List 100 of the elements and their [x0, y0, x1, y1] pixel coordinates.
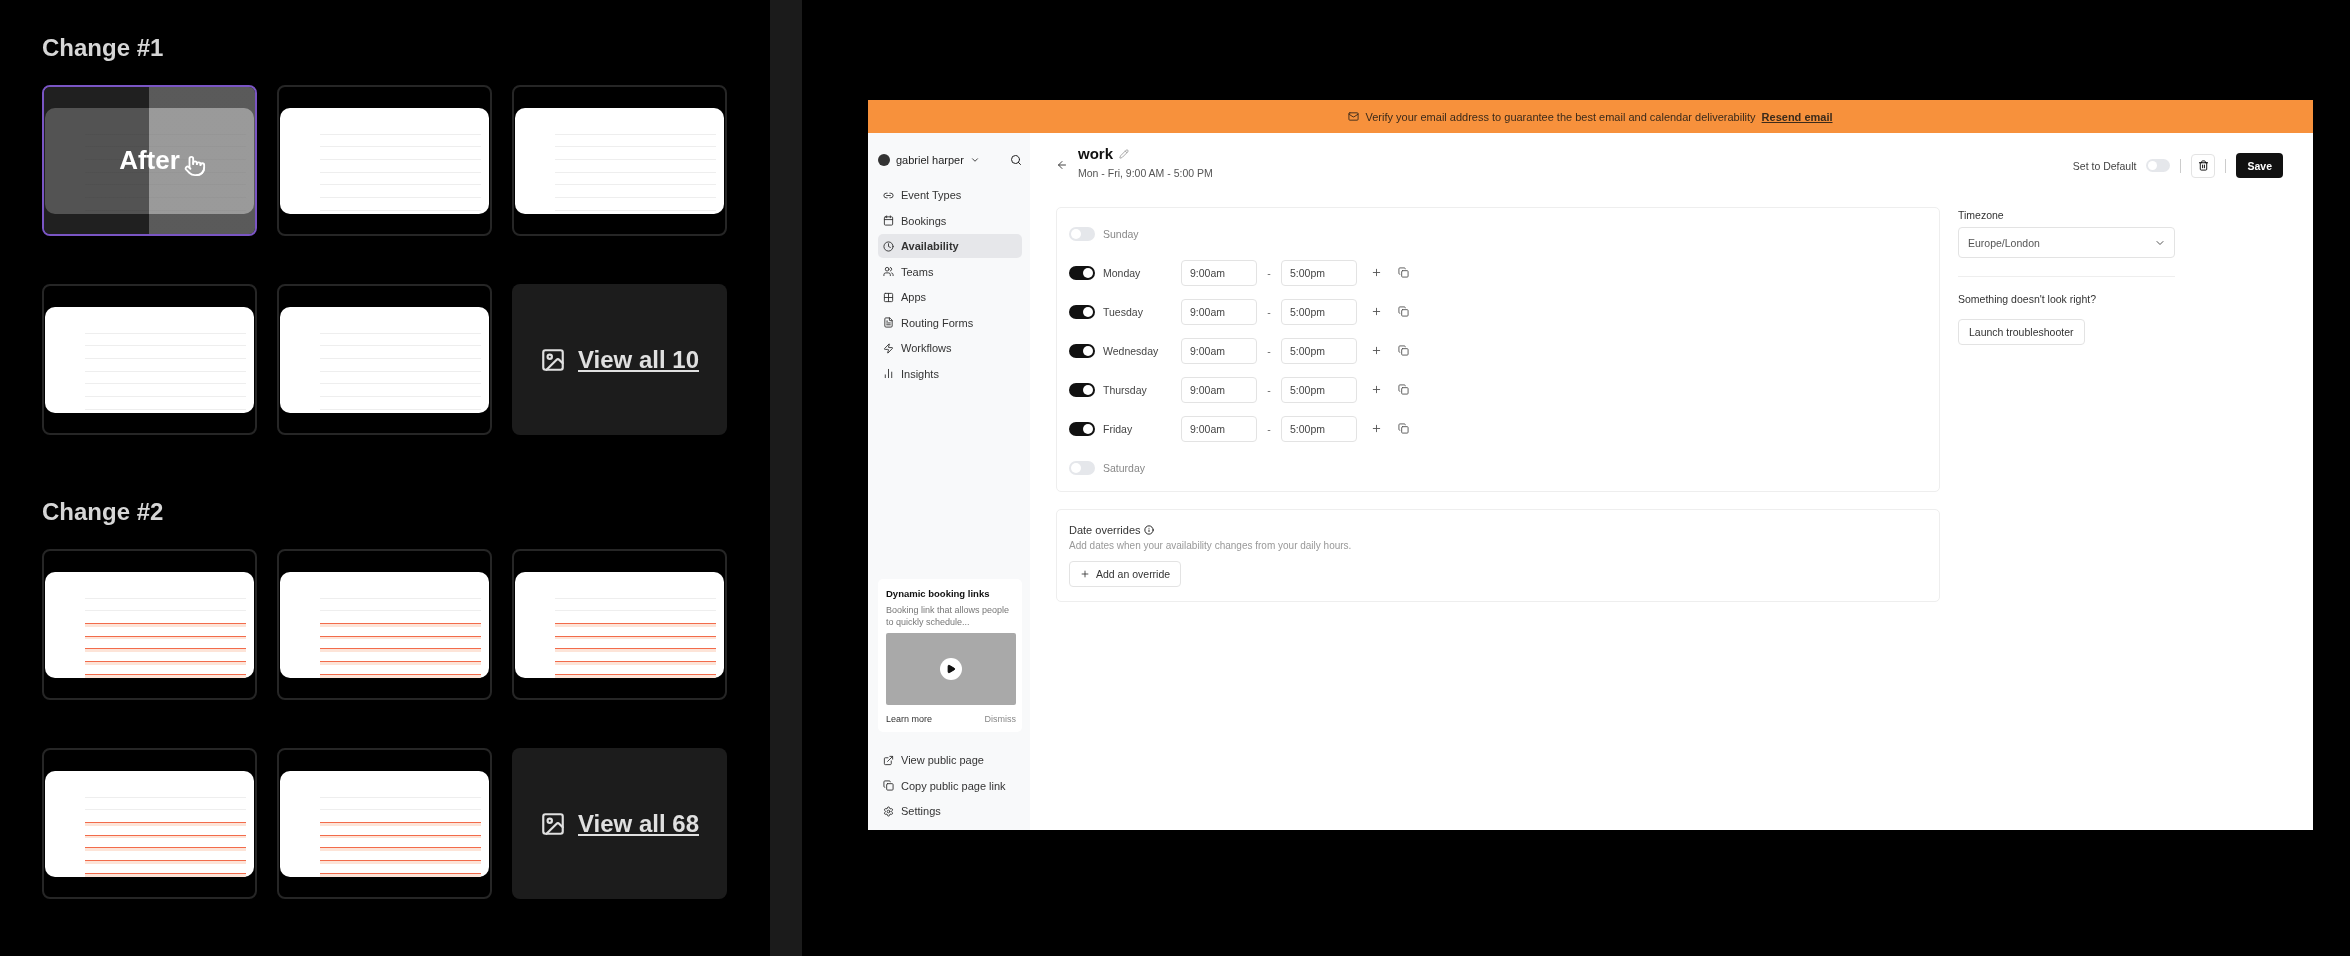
nav-icon: [883, 291, 894, 303]
link-icon: [883, 780, 894, 792]
nav-item[interactable]: Workflows: [878, 336, 1022, 360]
nav-label: Routing Forms: [901, 316, 974, 329]
link-icon: [883, 754, 894, 766]
plus-icon[interactable]: [1371, 345, 1382, 356]
schedule-subtitle: Mon - Fri, 9:00 AM - 5:00 PM: [1078, 167, 1214, 179]
nav-label: Workflows: [901, 342, 952, 354]
default-toggle[interactable]: [2146, 159, 2171, 172]
end-time-field[interactable]: 5:00pm: [1281, 415, 1357, 442]
info-icon: [1143, 525, 1154, 535]
thumbnail[interactable]: [512, 549, 727, 700]
nav-item[interactable]: Insights: [878, 361, 1022, 386]
day-toggle[interactable]: [1069, 460, 1095, 475]
back-arrow-icon[interactable]: [1056, 159, 1068, 171]
nav-label: Bookings: [901, 214, 947, 227]
day-name: Thursday: [1103, 383, 1148, 396]
nav-label: Insights: [901, 367, 939, 380]
thumbnail[interactable]: [277, 549, 492, 700]
start-time-field[interactable]: 9:00am: [1181, 376, 1257, 403]
overrides-description: Add dates when your availability changes from your daily hours.: [1069, 540, 1353, 551]
copy-icon[interactable]: [1398, 384, 1409, 395]
troubleshooter-button[interactable]: Launch troubleshooter: [1958, 319, 2085, 345]
footer-link[interactable]: View public page: [878, 747, 1022, 773]
trash-icon: [2197, 160, 2209, 171]
nav-icon: [883, 368, 894, 379]
thumbnail[interactable]: [277, 748, 492, 899]
day-name: Sunday: [1103, 227, 1140, 240]
change-heading: Change #2: [42, 497, 165, 527]
copy-icon[interactable]: [1398, 423, 1409, 434]
timezone-select[interactable]: Europe/London: [1958, 227, 2175, 258]
end-time-field[interactable]: 5:00pm: [1281, 259, 1357, 286]
nav-icon: [883, 266, 894, 277]
dismiss-link[interactable]: Dismiss: [984, 713, 1016, 724]
end-time-field[interactable]: 5:00pm: [1281, 337, 1357, 364]
day-toggle[interactable]: [1069, 265, 1095, 280]
day-toggle[interactable]: [1069, 343, 1095, 358]
troubleshoot-question: Something doesn't look right?: [1958, 293, 2097, 305]
nav-item[interactable]: Teams: [878, 259, 1022, 284]
start-time-field[interactable]: 9:00am: [1181, 415, 1257, 442]
nav-icon: [883, 317, 894, 328]
copy-icon[interactable]: [1398, 306, 1409, 317]
view-all-link[interactable]: View all 68: [578, 809, 699, 838]
nav-item[interactable]: Availability: [878, 234, 1022, 258]
nav-item[interactable]: Routing Forms: [878, 310, 1022, 335]
copy-icon[interactable]: [1398, 267, 1409, 278]
dash: -: [1266, 266, 1272, 279]
resend-link[interactable]: Resend email: [1761, 110, 1833, 123]
change-heading: Change #1: [42, 33, 165, 63]
plus-icon[interactable]: [1371, 384, 1382, 395]
search-icon[interactable]: [1010, 154, 1022, 166]
plus-icon[interactable]: [1371, 267, 1382, 278]
plus-icon[interactable]: [1371, 423, 1382, 434]
thumbnail[interactable]: [277, 284, 492, 435]
dash: -: [1266, 344, 1272, 357]
footer-link[interactable]: Copy public page link: [878, 773, 1022, 799]
plus-icon: [1080, 569, 1090, 579]
footer-label: View public page: [901, 754, 984, 767]
day-toggle[interactable]: [1069, 304, 1095, 319]
end-time-field[interactable]: 5:00pm: [1281, 298, 1357, 325]
hand-cursor-icon: [184, 155, 206, 177]
view-all-link[interactable]: View all 10: [578, 345, 699, 374]
image-icon: [540, 346, 566, 373]
nav-item[interactable]: Event Types: [878, 183, 1022, 207]
view-all-card[interactable]: View all 10: [512, 284, 727, 435]
add-override-button[interactable]: Add an override: [1069, 561, 1182, 587]
play-icon[interactable]: [940, 657, 962, 680]
day-name: Wednesday: [1103, 344, 1160, 357]
day-toggle[interactable]: [1069, 226, 1095, 241]
thumbnail[interactable]: [512, 85, 727, 236]
avatar[interactable]: [878, 154, 890, 166]
view-all-card[interactable]: View all 68: [512, 748, 727, 899]
day-toggle[interactable]: [1069, 421, 1095, 436]
end-time-field[interactable]: 5:00pm: [1281, 376, 1357, 403]
banner-text: Verify your email address to guarantee the best email and calendar deliverability: [1365, 110, 1756, 123]
user-name[interactable]: gabriel harper: [896, 154, 964, 166]
plus-icon[interactable]: [1371, 306, 1382, 317]
day-toggle[interactable]: [1069, 382, 1095, 397]
dash: -: [1266, 305, 1272, 318]
delete-button[interactable]: [2191, 153, 2216, 178]
promo-title: Dynamic booking links: [886, 587, 991, 599]
thumbnail[interactable]: [42, 284, 257, 435]
chevron-down-icon[interactable]: [969, 155, 980, 165]
mail-icon: [1348, 111, 1360, 122]
start-time-field[interactable]: 9:00am: [1181, 298, 1257, 325]
start-time-field[interactable]: 9:00am: [1181, 259, 1257, 286]
thumbnail[interactable]: [42, 748, 257, 899]
promo-text: Booking link that allows people to quickly schedule...: [886, 603, 1011, 628]
save-button[interactable]: Save: [2236, 153, 2283, 178]
start-time-field[interactable]: 9:00am: [1181, 337, 1257, 364]
learn-more-link[interactable]: Learn more: [886, 713, 933, 724]
thumbnail[interactable]: [42, 549, 257, 700]
nav-item[interactable]: Apps: [878, 285, 1022, 309]
image-icon: [540, 810, 566, 837]
footer-link[interactable]: Settings: [878, 798, 1022, 824]
copy-icon[interactable]: [1398, 345, 1409, 356]
nav-item[interactable]: Bookings: [878, 208, 1022, 233]
footer-label: Settings: [901, 805, 941, 818]
thumbnail[interactable]: [277, 85, 492, 236]
nav-label: Event Types: [901, 189, 962, 201]
